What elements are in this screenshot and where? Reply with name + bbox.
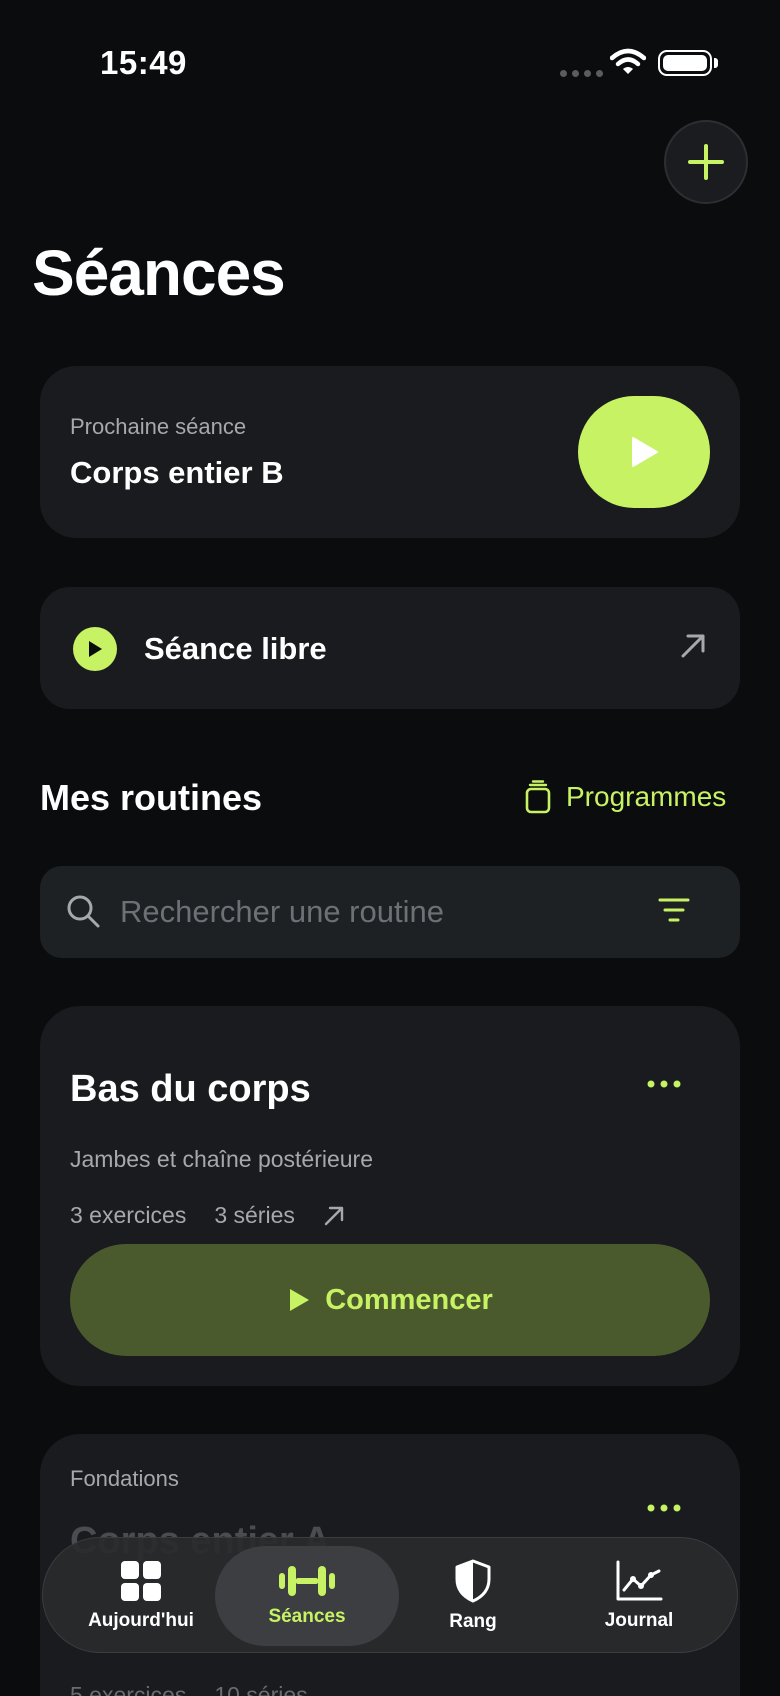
chart-line-icon	[616, 1560, 663, 1601]
routine-card[interactable]: Bas du corps Jambes et chaîne postérieur…	[40, 1006, 740, 1386]
plus-icon	[688, 144, 724, 180]
status-bar: 15:49	[0, 0, 780, 120]
programs-label: Programmes	[566, 781, 727, 812]
next-session-label: Prochaine séance	[70, 414, 247, 439]
add-session-button[interactable]	[664, 120, 748, 204]
routine-meta: 5 exercices 10 séries	[70, 1682, 308, 1696]
battery-cap	[714, 58, 718, 68]
filter-icon[interactable]	[658, 896, 690, 924]
routine-program-label: Fondations	[70, 1466, 179, 1491]
routine-exercise-count: 5 exercices	[70, 1682, 187, 1696]
start-next-session-button[interactable]	[578, 396, 710, 508]
programs-link[interactable]: Programmes	[524, 780, 726, 814]
tab-bar: Aujourd'hui Séances Rang Journal	[42, 1537, 738, 1653]
search-icon	[67, 895, 100, 928]
tab-rank[interactable]: Rang	[381, 1546, 565, 1646]
start-routine-label: Commencer	[325, 1283, 493, 1316]
routine-description: Jambes et chaîne postérieure	[70, 1146, 374, 1172]
tab-sessions[interactable]: Séances	[215, 1546, 399, 1646]
dumbbell-icon	[279, 1566, 335, 1596]
shield-icon	[455, 1559, 491, 1603]
routine-set-count: 3 séries	[214, 1202, 295, 1228]
battery-icon	[658, 50, 712, 76]
tab-label: Journal	[604, 1610, 674, 1631]
routine-title: Bas du corps	[70, 1068, 311, 1110]
programs-icon	[525, 780, 551, 814]
free-session-label: Séance libre	[144, 631, 327, 666]
page-title: Séances	[32, 237, 286, 309]
play-circle-icon	[73, 627, 117, 671]
routines-section-title: Mes routines	[40, 777, 263, 818]
next-session-title: Corps entier B	[70, 455, 284, 490]
cellular-signal-icon	[560, 70, 603, 77]
tab-label: Rang	[449, 1611, 497, 1632]
play-icon	[290, 1289, 310, 1311]
routine-meta: 3 exercices 3 séries	[70, 1202, 345, 1229]
next-session-card[interactable]: Prochaine séance Corps entier B	[40, 366, 740, 538]
tab-journal[interactable]: Journal	[547, 1546, 731, 1646]
free-session-card[interactable]: Séance libre	[40, 587, 740, 709]
status-time: 15:49	[100, 44, 187, 81]
tab-today[interactable]: Aujourd'hui	[49, 1546, 233, 1646]
wifi-icon	[610, 48, 646, 74]
arrow-up-right-icon	[324, 1206, 344, 1225]
start-routine-button[interactable]: Commencer	[70, 1244, 710, 1356]
routine-set-count: 10 séries	[214, 1682, 308, 1696]
more-options-icon[interactable]	[646, 1078, 682, 1090]
tab-label: Séances	[268, 1606, 346, 1627]
grid-icon	[121, 1561, 161, 1601]
arrow-up-right-icon	[681, 634, 705, 658]
search-input[interactable]	[120, 884, 660, 940]
play-icon	[632, 437, 658, 467]
search-bar	[40, 866, 740, 958]
more-options-icon[interactable]	[646, 1502, 682, 1514]
tab-label: Aujourd'hui	[88, 1610, 194, 1631]
routine-exercise-count: 3 exercices	[70, 1202, 187, 1228]
